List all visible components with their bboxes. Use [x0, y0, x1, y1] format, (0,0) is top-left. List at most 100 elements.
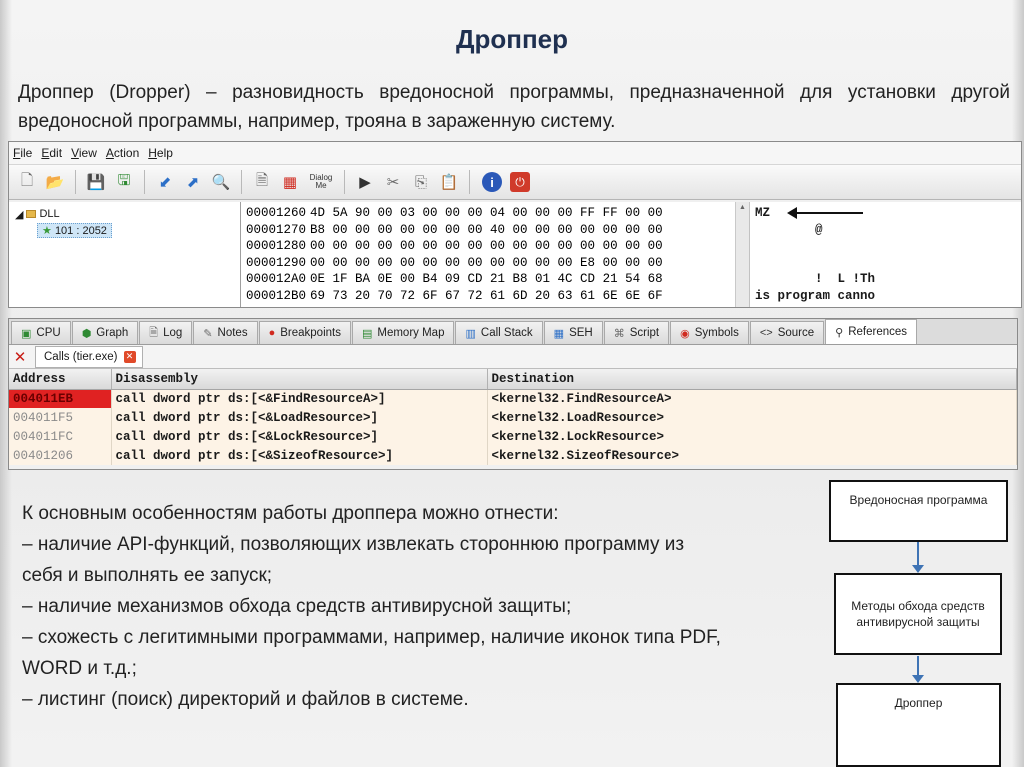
tab-log-label: Log — [163, 327, 183, 339]
menu-edit[interactable]: Edit — [41, 146, 62, 160]
add-resource-icon[interactable]: 🗎 — [250, 170, 274, 194]
debugger-window: ▣ CPU ⬢ Graph 🗎 Log ✎ Notes ● Breakpoints ▤ Me… — [8, 318, 1018, 470]
menu-help[interactable]: Help — [148, 146, 173, 160]
table-row[interactable]: 00401206 call dword ptr ds:[<&SizeofReso… — [9, 446, 1017, 465]
table-row[interactable]: 004011F5 call dword ptr ds:[<&LoadResour… — [9, 408, 1017, 427]
tab-notes-label: Notes — [217, 327, 248, 339]
paste-icon[interactable]: 📋 — [437, 170, 461, 194]
destination-cell: <kernel32.SizeofResource> — [487, 446, 1017, 465]
tab-references-label: References — [848, 326, 908, 338]
image-resource-icon[interactable]: ▦ — [278, 170, 302, 194]
toolbar: 🗋 📂 💾 🖫 ⬋ ⬈ 🔍 🗎 ▦ Dialog Me ▶ ✂ ⎘ 📋 i ⏻ — [9, 164, 1021, 200]
hex-address: 00001260 — [246, 206, 307, 220]
flow-box-dropper-label: Дроппер — [894, 696, 943, 710]
destination-cell: <kernel32.LoadResource> — [487, 408, 1017, 427]
tab-notes[interactable]: ✎ Notes — [193, 321, 258, 344]
seh-icon: ▦ — [553, 327, 565, 340]
info-icon[interactable]: i — [482, 172, 502, 192]
feature-item: – схожесть с легитимными программами, на… — [22, 627, 721, 679]
save-as-icon[interactable]: 🖫 — [112, 170, 136, 194]
find-icon[interactable]: 🔍 — [209, 170, 233, 194]
dialog-merger-icon[interactable]: Dialog Me — [306, 170, 336, 194]
tree-node-resource-label: 101 : 2052 — [54, 224, 107, 237]
tab-breakpoints-label: Breakpoints — [280, 327, 341, 339]
hex-row: 00001270 B8 00 00 00 00 00 00 00 40 00 00… — [246, 223, 735, 240]
run-icon[interactable]: ▶ — [353, 170, 377, 194]
tab-graph-label: Graph — [96, 327, 129, 339]
table-row[interactable]: 004011EB call dword ptr ds:[<&FindResour… — [9, 389, 1017, 408]
intro-paragraph: Дроппер (Dropper) – разновидность вредон… — [18, 82, 1010, 132]
new-file-icon[interactable]: 🗋 — [15, 170, 39, 194]
ascii-row — [755, 239, 1021, 256]
tab-log[interactable]: 🗎 Log — [139, 321, 193, 344]
log-icon: 🗎 — [149, 326, 159, 339]
slide-title: Дроппер — [455, 24, 569, 54]
hex-scrollbar[interactable] — [736, 202, 750, 307]
tree-node-dll[interactable]: ◢ DLL — [15, 206, 240, 222]
tree-node-resource[interactable]: ★ 101 : 2052 — [15, 222, 240, 238]
tab-memory-map[interactable]: ▤ Memory Map — [351, 321, 455, 344]
script-icon: ⌘ — [613, 327, 625, 340]
tab-script-label: Script — [629, 327, 660, 339]
tab-references[interactable]: ⚲ References — [825, 319, 918, 344]
disassembly-cell: call dword ptr ds:[<&FindResourceA>] — [111, 389, 488, 408]
column-header-destination[interactable]: Destination — [487, 369, 1017, 390]
references-subtabs: ✕ Calls (tier.exe) ✕ — [9, 345, 1017, 369]
hex-row: 00001290 00 00 00 00 00 00 00 00 00 00 00… — [246, 256, 735, 273]
calls-table: Address Disassembly Destination 004011EB… — [9, 369, 1017, 465]
cut-icon[interactable]: ✂ — [381, 170, 405, 194]
menu-action[interactable]: Action — [106, 146, 139, 160]
tab-symbols-label: Symbols — [694, 327, 739, 339]
toolbar-separator — [469, 170, 470, 194]
hex-address: 00001290 — [246, 255, 307, 270]
save-icon[interactable]: 💾 — [84, 170, 108, 194]
export-arrow-icon[interactable]: ⬈ — [181, 170, 205, 194]
hex-row: 000012A0 0E 1F BA 0E 00 B4 09 CD 21 B8 01… — [246, 272, 735, 289]
debugger-tabs: ▣ CPU ⬢ Graph 🗎 Log ✎ Notes ● Breakpoints ▤ Me… — [9, 319, 1017, 345]
tab-call-stack[interactable]: ▥ Call Stack — [455, 321, 543, 344]
ascii-row: @ — [755, 222, 823, 237]
tab-source[interactable]: <> Source — [749, 321, 825, 344]
tab-breakpoints[interactable]: ● Breakpoints — [258, 321, 351, 344]
open-folder-icon[interactable]: 📂 — [43, 170, 67, 194]
hex-bytes: 00 00 00 00 00 00 00 00 00 00 00 00 E8 0… — [310, 255, 663, 270]
tree-node-dll-label: DLL — [39, 208, 60, 220]
close-all-icon[interactable]: ✕ — [9, 346, 31, 368]
call-stack-icon: ▥ — [465, 327, 476, 340]
expand-arrow-icon[interactable]: ◢ — [15, 208, 23, 221]
menu-view[interactable]: View — [71, 146, 97, 160]
tab-memory-map-label: Memory Map — [377, 327, 445, 339]
flow-box-dropper: Дроппер — [836, 683, 1001, 767]
copy-icon[interactable]: ⎘ — [409, 170, 433, 194]
arrow-annotation — [787, 207, 863, 219]
import-arrow-icon[interactable]: ⬋ — [153, 170, 177, 194]
flow-box-av-bypass-label: Методы обхода средств антивирусной защит… — [851, 599, 985, 629]
ascii-dump[interactable]: MZ @ ! L !Th is program canno — [750, 202, 1021, 307]
close-icon[interactable]: ✕ — [123, 350, 136, 363]
tab-cpu[interactable]: ▣ CPU — [11, 321, 71, 344]
search-icon: ⚲ — [835, 326, 844, 339]
flow-arrow — [912, 656, 924, 683]
memory-map-icon: ▤ — [361, 327, 373, 340]
hex-dump[interactable]: 00001260 4D 5A 90 00 03 00 00 00 04 00 00… — [241, 202, 736, 307]
column-header-address[interactable]: Address — [9, 369, 112, 390]
tree-node-resource-box[interactable]: ★ 101 : 2052 — [37, 222, 112, 238]
ascii-row: is program canno — [755, 288, 876, 303]
flow-box-av-bypass: Методы обхода средств антивирусной защит… — [834, 573, 1002, 655]
tab-script[interactable]: ⌘ Script — [603, 321, 670, 344]
tab-graph[interactable]: ⬢ Graph — [71, 321, 139, 344]
power-icon[interactable]: ⏻ — [510, 172, 530, 192]
column-header-disassembly[interactable]: Disassembly — [111, 369, 488, 390]
graph-icon: ⬢ — [81, 327, 92, 340]
menu-bar: File Edit View Action Help — [9, 142, 1021, 164]
tab-symbols[interactable]: ◉ Symbols — [670, 321, 749, 344]
disassembly-cell: call dword ptr ds:[<&SizeofResource>] — [111, 446, 488, 465]
toolbar-separator — [241, 170, 242, 194]
tab-seh[interactable]: ▦ SEH — [543, 321, 603, 344]
toolbar-separator — [344, 170, 345, 194]
table-row[interactable]: 004011FC call dword ptr ds:[<&LockResour… — [9, 427, 1017, 446]
flow-box-malware: Вредоносная программа — [829, 480, 1008, 542]
subtab-calls[interactable]: Calls (tier.exe) ✕ — [35, 345, 143, 368]
table-header-row: Address Disassembly Destination — [9, 369, 1017, 390]
menu-file[interactable]: File — [13, 146, 32, 160]
